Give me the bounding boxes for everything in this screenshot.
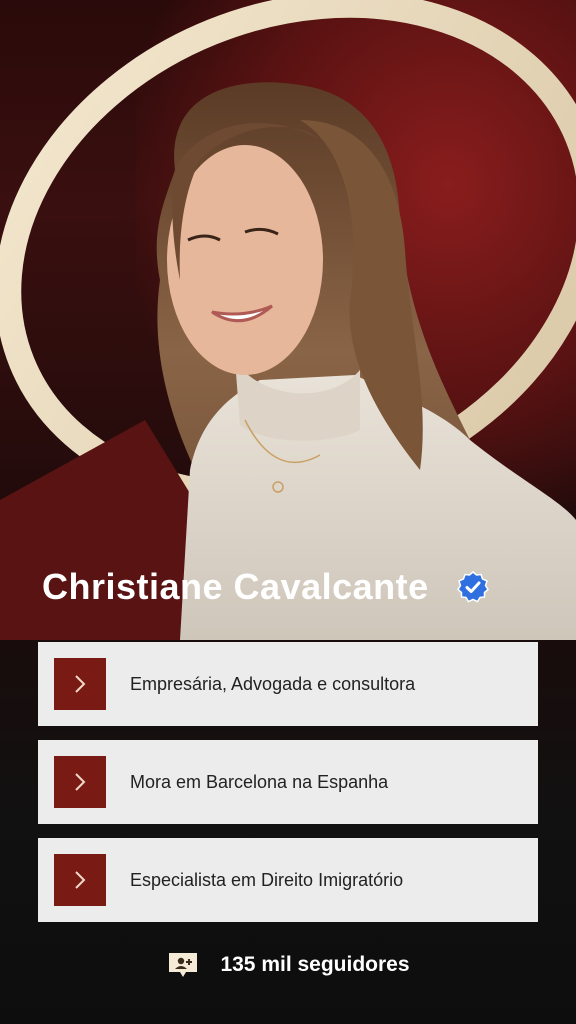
followers-count: 135 mil seguidores xyxy=(220,953,410,976)
profile-name: Christiane Cavalcante xyxy=(42,566,429,607)
card-text: Empresária, Advogada e consultora xyxy=(130,673,416,694)
chevron-right-icon[interactable] xyxy=(54,756,106,808)
chevron-right-icon[interactable] xyxy=(54,854,106,906)
verified-badge-icon xyxy=(456,571,489,603)
card-text: Mora em Barcelona na Espanha xyxy=(130,771,389,792)
followers-icon xyxy=(169,953,198,977)
info-card-specialty[interactable]: Especialista em Direito Imigratório xyxy=(38,838,538,922)
followers-row: 135 mil seguidores xyxy=(0,950,576,980)
chevron-right-icon[interactable] xyxy=(54,658,106,710)
info-card-profession[interactable]: Empresária, Advogada e consultora xyxy=(38,642,538,726)
hero-illustration xyxy=(0,0,576,640)
profile-page: Christiane Cavalcante Empresária, Advoga… xyxy=(0,0,576,1024)
profile-header: Christiane Cavalcante xyxy=(42,566,489,608)
card-text: Especialista em Direito Imigratório xyxy=(130,869,404,890)
info-card-location[interactable]: Mora em Barcelona na Espanha xyxy=(38,740,538,824)
